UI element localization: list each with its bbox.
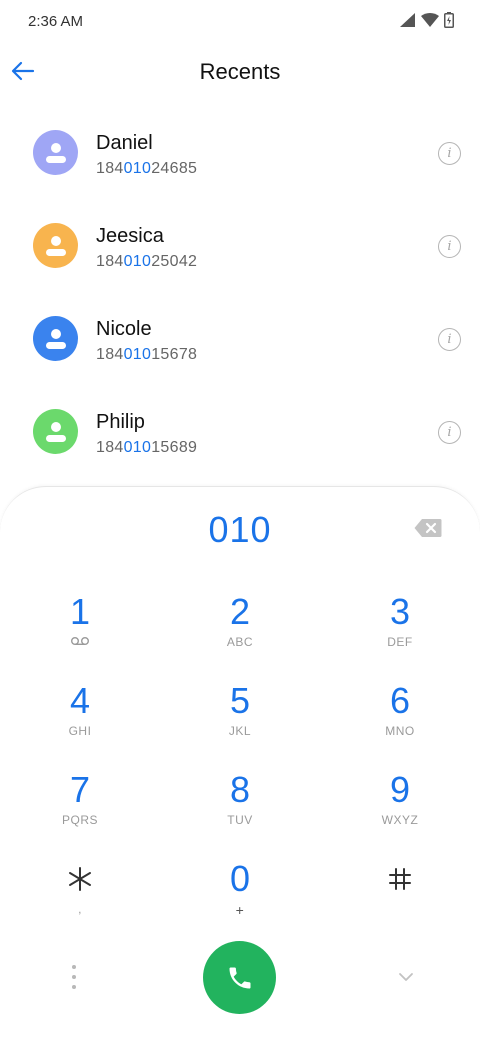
contact-number: 18401015678	[96, 346, 198, 363]
battery-charging-icon	[444, 12, 454, 28]
dial-key-6[interactable]: 6 MNO	[340, 680, 460, 760]
contact-name: Nicole	[96, 318, 152, 340]
phone-icon	[229, 967, 250, 988]
contact-name: Jeesica	[96, 225, 164, 247]
recents-list: Daniel 18401024685 i Jeesica 18401025042…	[0, 106, 480, 478]
wifi-icon	[421, 13, 439, 27]
asterisk-icon	[69, 867, 91, 891]
info-button[interactable]: i	[438, 328, 461, 351]
info-button[interactable]: i	[438, 235, 461, 258]
chevron-down-icon[interactable]	[396, 969, 416, 985]
recent-contact-row[interactable]: Jeesica 18401025042 i	[0, 199, 480, 292]
dialpad-keys: 1 2 ABC 3 DEF 4 GHI 5 JKL 6 MNO 7 PQRS 8…	[0, 591, 480, 947]
status-bar: 2:36 AM	[0, 0, 480, 44]
status-icons	[400, 12, 454, 28]
contact-number: 18401024685	[96, 160, 198, 177]
info-button[interactable]: i	[438, 142, 461, 165]
dial-key-star[interactable]: ,	[20, 858, 140, 938]
dialpad-actions	[0, 941, 480, 1015]
dial-key-9[interactable]: 9 WXYZ	[340, 769, 460, 849]
avatar	[33, 223, 78, 268]
more-options-button[interactable]	[64, 965, 84, 989]
contact-name: Philip	[96, 411, 145, 433]
avatar	[33, 409, 78, 454]
status-time: 2:36 AM	[28, 13, 84, 30]
more-vert-icon	[72, 965, 76, 969]
contact-number: 18401025042	[96, 253, 198, 270]
recent-contact-row[interactable]: Philip 18401015689 i	[0, 385, 480, 478]
info-button[interactable]: i	[438, 421, 461, 444]
page-title: Recents	[199, 59, 281, 84]
voicemail-icon	[71, 637, 89, 646]
dialed-number[interactable]: 010	[0, 509, 480, 551]
dial-key-0[interactable]: 0 +	[180, 858, 300, 938]
dial-key-5[interactable]: 5 JKL	[180, 680, 300, 760]
avatar	[33, 316, 78, 361]
contact-number: 18401015689	[96, 439, 198, 456]
dial-key-3[interactable]: 3 DEF	[340, 591, 460, 671]
call-button[interactable]	[203, 941, 276, 1014]
app-header: Recents	[0, 44, 480, 100]
dial-key-2[interactable]: 2 ABC	[180, 591, 300, 671]
dial-key-8[interactable]: 8 TUV	[180, 769, 300, 849]
contact-name: Daniel	[96, 132, 153, 154]
dial-key-1[interactable]: 1	[20, 591, 140, 671]
recent-contact-row[interactable]: Daniel 18401024685 i	[0, 106, 480, 199]
dial-key-7[interactable]: 7 PQRS	[20, 769, 140, 849]
hash-icon	[389, 868, 411, 890]
person-icon	[45, 328, 66, 349]
person-icon	[45, 421, 66, 442]
dialpad-sheet: 010 1 2 ABC 3 DEF 4 GHI 5 JKL 6 MNO 7 PQ…	[0, 486, 480, 1040]
person-icon	[45, 235, 66, 256]
person-icon	[45, 142, 66, 163]
backspace-icon[interactable]	[414, 518, 442, 538]
dial-key-4[interactable]: 4 GHI	[20, 680, 140, 760]
signal-icon	[400, 13, 415, 27]
recent-contact-row[interactable]: Nicole 18401015678 i	[0, 292, 480, 385]
dial-key-hash[interactable]	[340, 858, 460, 938]
avatar	[33, 130, 78, 175]
